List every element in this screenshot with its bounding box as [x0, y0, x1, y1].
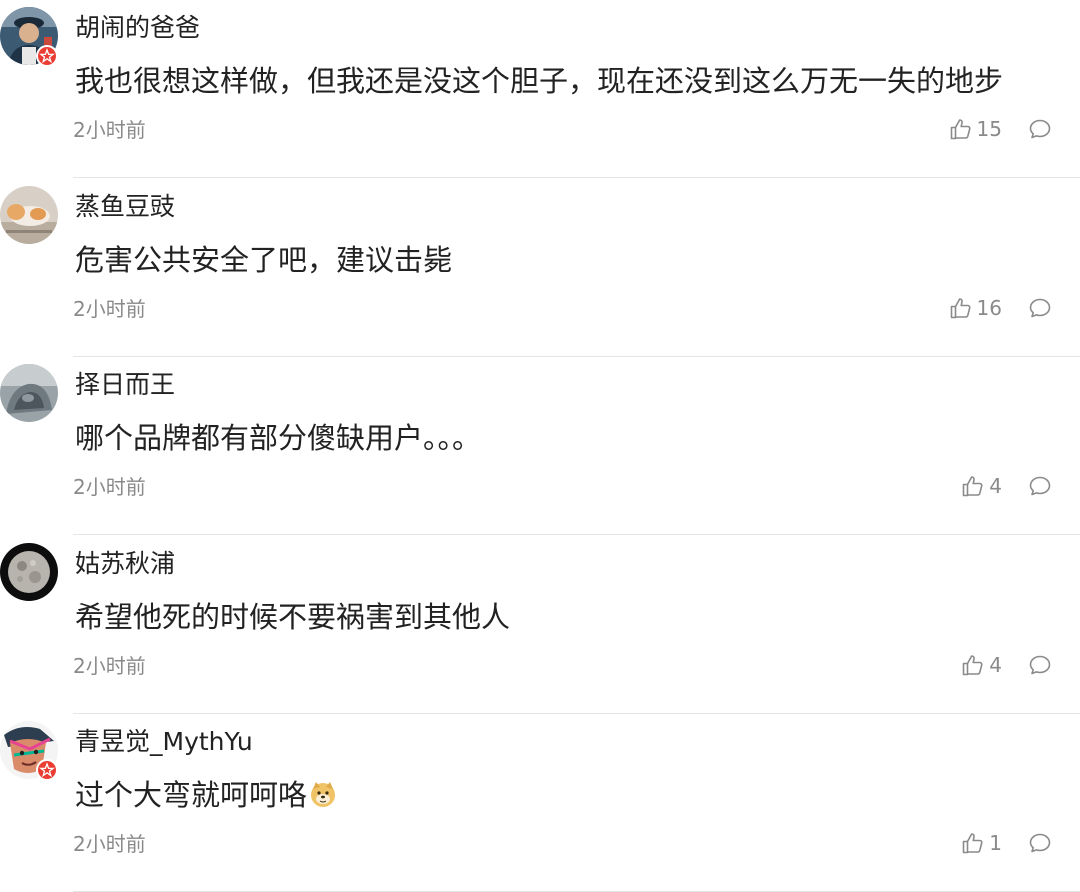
reply-icon[interactable]	[1028, 296, 1052, 320]
verified-badge-icon	[36, 45, 58, 67]
thumbs-up-icon	[961, 653, 985, 677]
timestamp: 2小时前	[73, 475, 146, 499]
comment-text: 过个大弯就呵呵咯	[75, 778, 308, 812]
thumbs-up-icon	[961, 474, 985, 498]
like-count: 1	[989, 831, 1002, 855]
like-count: 4	[989, 474, 1002, 498]
timestamp: 2小时前	[73, 832, 146, 856]
comment-item: 姑苏秋浦 希望他死的时候不要祸害到其他人 2小时前 4	[0, 536, 1080, 714]
comment-item: 蒸鱼豆豉 危害公共安全了吧，建议击毙 2小时前 16	[0, 179, 1080, 357]
comment-item: 择日而王 哪个品牌都有部分傻缺用户。。。 2小时前 4	[0, 357, 1080, 535]
like-button[interactable]: 4	[961, 651, 1002, 679]
comment-text: 哪个品牌都有部分傻缺用户。。。	[75, 421, 482, 455]
reply-icon[interactable]	[1028, 653, 1052, 677]
doge-emoji-icon	[309, 780, 337, 808]
reply-icon[interactable]	[1028, 831, 1052, 855]
timestamp: 2小时前	[73, 118, 146, 142]
like-button[interactable]: 15	[949, 115, 1002, 143]
thumbs-up-icon	[949, 117, 973, 141]
timestamp: 2小时前	[73, 654, 146, 678]
comment-text-wrapper: 过个大弯就呵呵咯	[75, 776, 337, 814]
comment-text: 我也很想这样做，但我还是没这个胆子，现在还没到这么万无一失的地步	[75, 64, 1004, 98]
username[interactable]: 择日而王	[75, 369, 175, 401]
comment-item: 青昱觉_MythYu 过个大弯就呵呵咯 2小时前 1	[0, 714, 1080, 892]
divider	[73, 177, 1080, 178]
username[interactable]: 青昱觉_MythYu	[75, 726, 253, 758]
thumbs-up-icon	[961, 831, 985, 855]
comment-item: 胡闹的爸爸 我也很想这样做，但我还是没这个胆子，现在还没到这么万无一失的地步 2…	[0, 0, 1080, 178]
username[interactable]: 蒸鱼豆豉	[75, 191, 175, 223]
like-button[interactable]: 4	[961, 472, 1002, 500]
comment-text: 危害公共安全了吧，建议击毙	[75, 243, 453, 277]
comment-text: 希望他死的时候不要祸害到其他人	[75, 600, 511, 634]
like-button[interactable]: 1	[961, 829, 1002, 857]
divider	[73, 534, 1080, 535]
reply-icon[interactable]	[1028, 474, 1052, 498]
verified-badge-icon	[36, 759, 58, 781]
avatar[interactable]	[0, 543, 58, 601]
like-count: 15	[976, 117, 1002, 141]
avatar[interactable]	[0, 186, 58, 244]
reply-icon[interactable]	[1028, 117, 1052, 141]
like-count: 16	[976, 296, 1002, 320]
like-button[interactable]: 16	[949, 294, 1002, 322]
username[interactable]: 姑苏秋浦	[75, 548, 175, 580]
comment-list: 胡闹的爸爸 我也很想这样做，但我还是没这个胆子，现在还没到这么万无一失的地步 2…	[0, 0, 1080, 892]
avatar[interactable]	[0, 364, 58, 422]
username[interactable]: 胡闹的爸爸	[75, 12, 200, 44]
like-count: 4	[989, 653, 1002, 677]
timestamp: 2小时前	[73, 297, 146, 321]
thumbs-up-icon	[949, 296, 973, 320]
